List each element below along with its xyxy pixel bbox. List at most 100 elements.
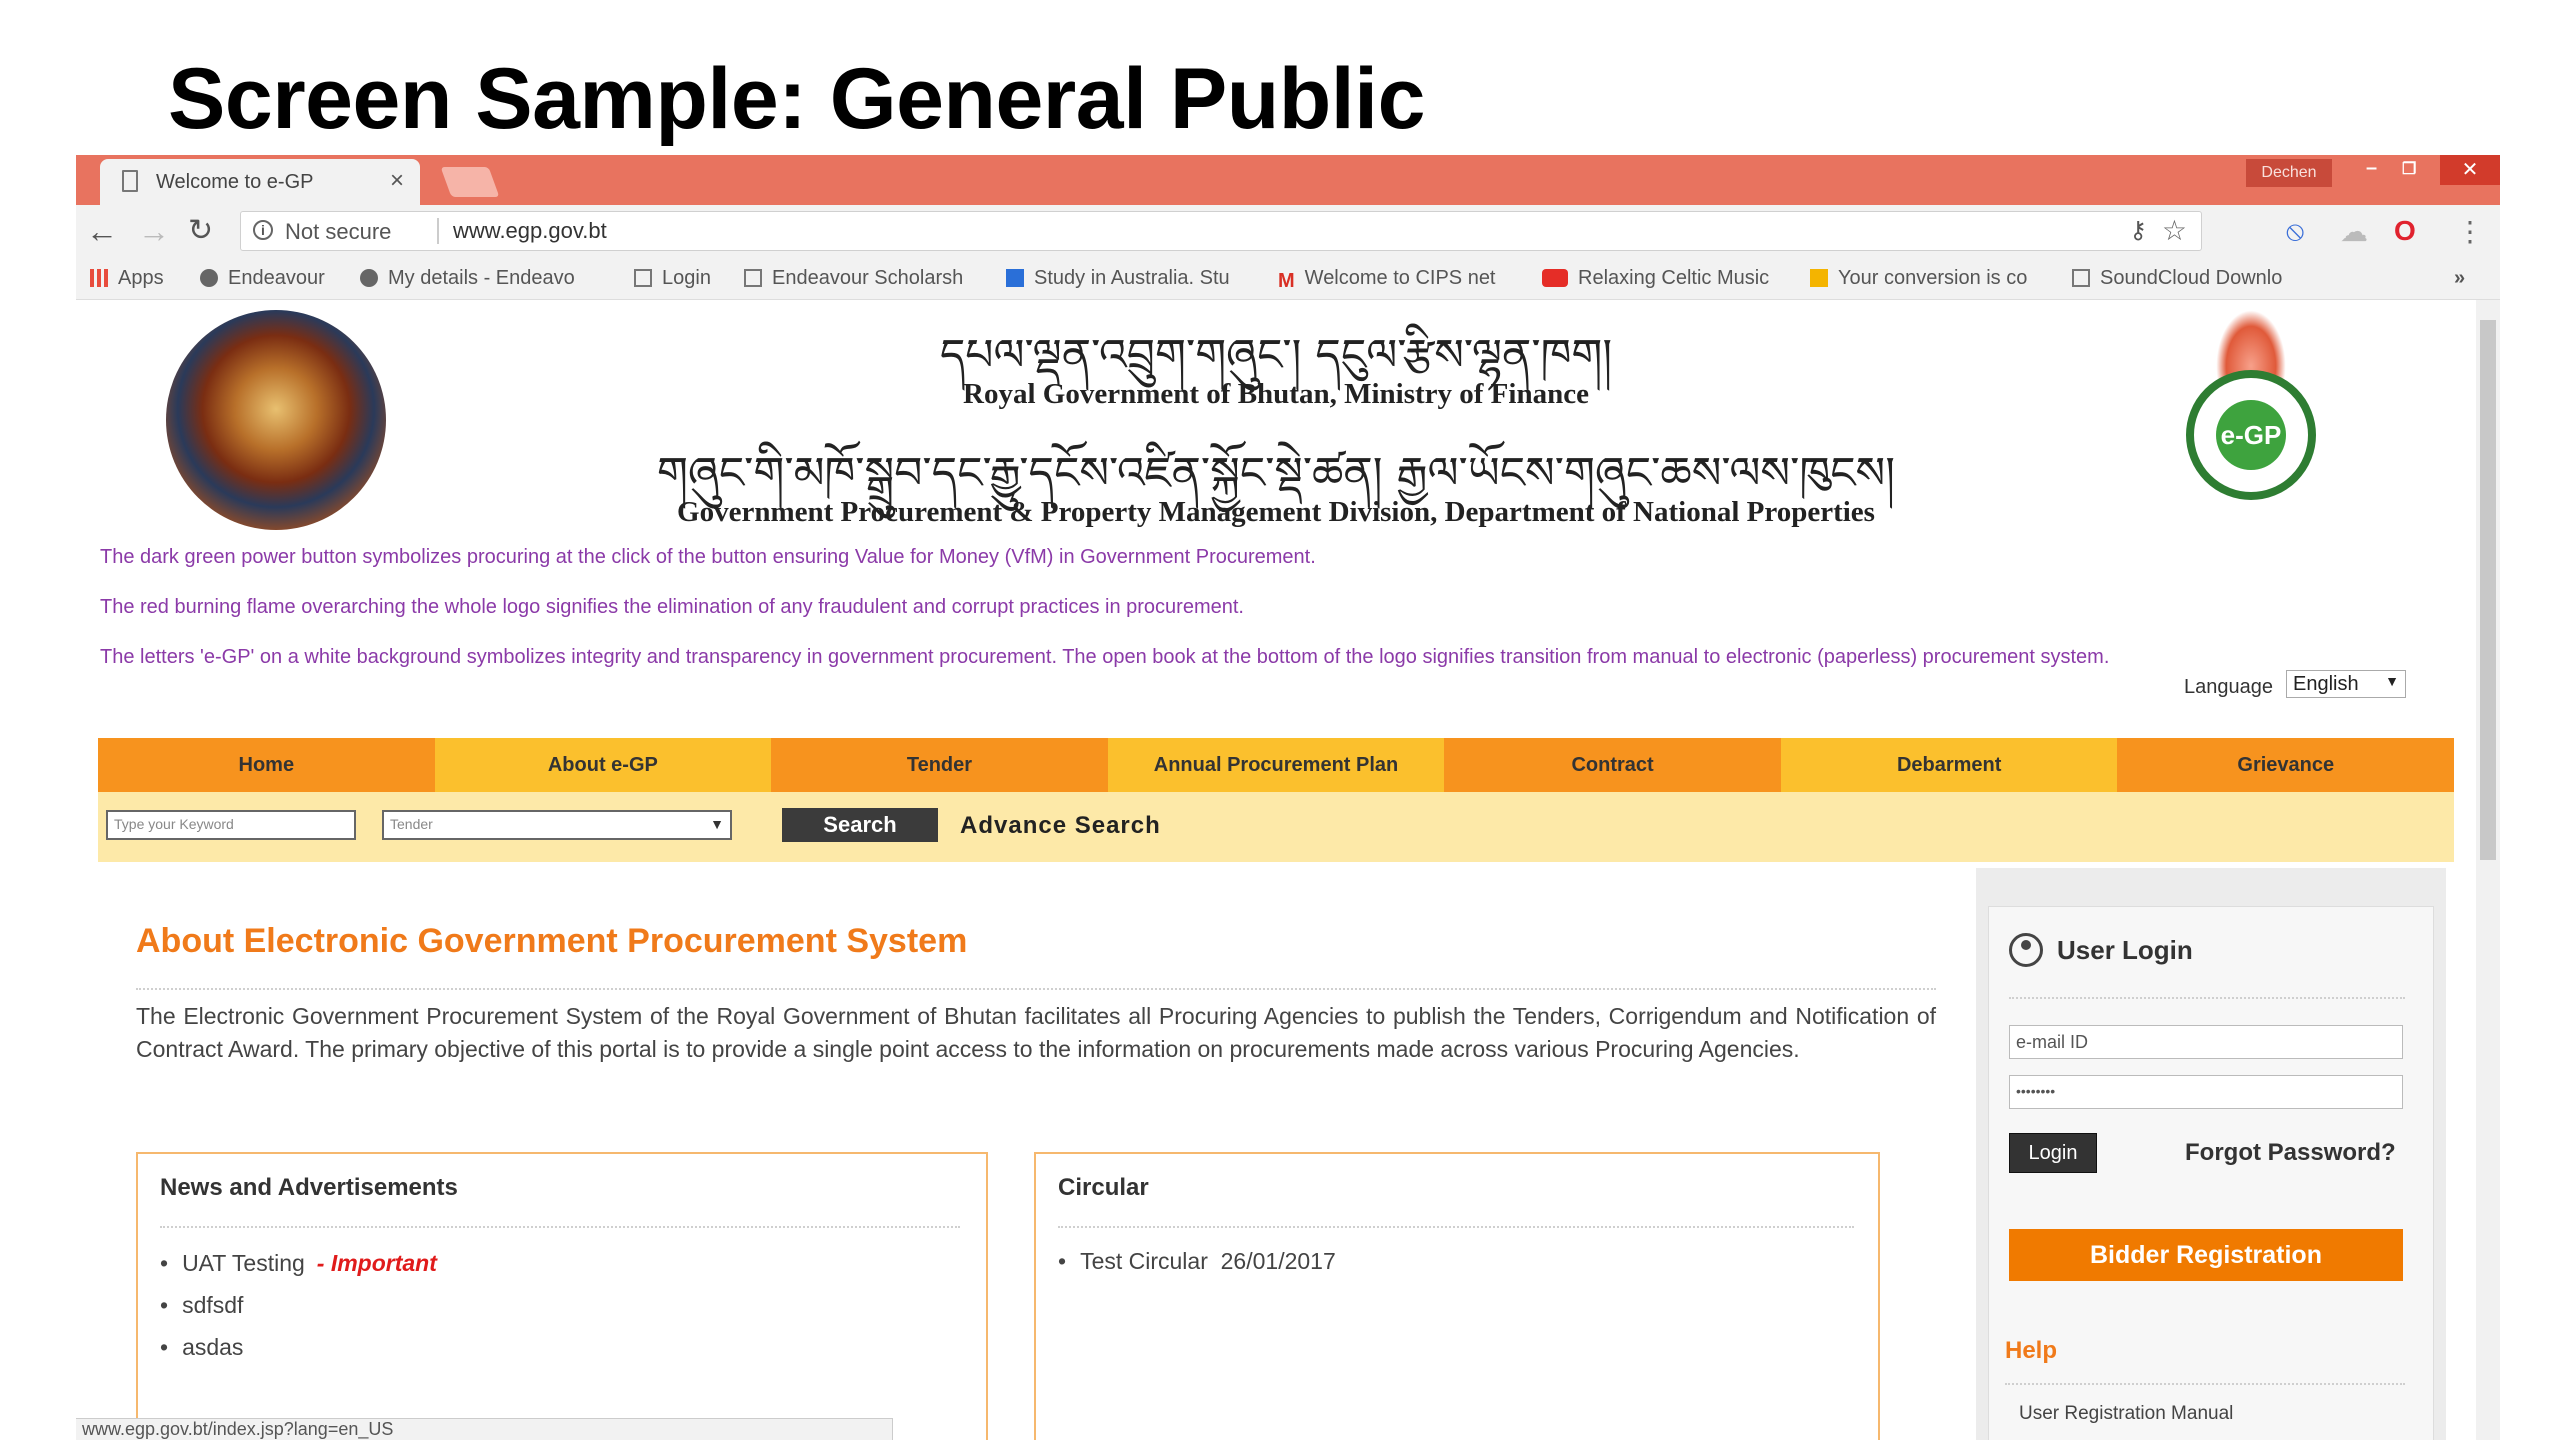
bookmark-login[interactable]: Login [634, 267, 711, 290]
site-icon [1006, 269, 1024, 287]
divider [1058, 1226, 1854, 1228]
document-icon [122, 170, 138, 192]
bookmark-study-australia[interactable]: Study in Australia. Stu [1006, 267, 1230, 290]
restore-icon[interactable]: ❐ [2402, 159, 2416, 179]
gmail-icon: M [1278, 270, 1295, 292]
logo-ring: e-GP [2186, 370, 2316, 500]
menu-debarment[interactable]: Debarment [1780, 738, 2118, 792]
tab-title: Welcome to e-GP [156, 171, 314, 193]
news-item[interactable]: • sdfsdf [160, 1292, 243, 1319]
logo-note-3: The letters 'e-GP' on a white background… [100, 646, 2110, 668]
bookmark-scholarship[interactable]: Endeavour Scholarsh [744, 267, 963, 290]
search-type-select[interactable]: Tender ▼ [382, 810, 732, 840]
menu-home[interactable]: Home [98, 738, 435, 792]
bookmarks-bar: Apps Endeavour My details - Endeavo Logi… [76, 257, 2500, 300]
menu-about-egp[interactable]: About e-GP [434, 738, 772, 792]
browser-tab[interactable]: Welcome to e-GP × [100, 159, 420, 205]
web-page: དཔལ་ལྡན་འབྲུག་གཞུང་། དངུལ་རྩིས་ལྷན་ཁག། R… [76, 300, 2476, 1440]
new-tab-button[interactable] [440, 167, 500, 197]
email-field[interactable]: e-mail ID [2009, 1025, 2403, 1059]
dropdown-caret-icon: ▼ [710, 816, 724, 832]
menu-annual-procurement-plan[interactable]: Annual Procurement Plan [1107, 738, 1445, 792]
forward-icon[interactable]: → [138, 213, 170, 250]
site-icon [200, 269, 218, 287]
search-bar: Type your Keyword Tender ▼ Search Advanc… [98, 792, 2454, 862]
language-value: English [2293, 673, 2359, 695]
url-text[interactable]: www.egp.gov.bt [453, 218, 607, 244]
key-icon[interactable]: ⚷ [2129, 216, 2147, 245]
dzongkha-title-1: དཔལ་ལྡན་འབྲུག་གཞུང་། དངུལ་རྩིས་ལྷན་ཁག། [939, 330, 1613, 381]
reload-icon[interactable]: ↻ [188, 213, 213, 248]
login-button[interactable]: Login [2009, 1133, 2097, 1173]
bookmark-star-icon[interactable]: ☆ [2162, 214, 2187, 247]
search-button[interactable]: Search [782, 808, 938, 842]
important-badge: - Important [316, 1250, 437, 1276]
menu-tender[interactable]: Tender [771, 738, 1108, 792]
page-icon [2072, 269, 2090, 287]
dropdown-caret-icon: ▼ [2385, 673, 2399, 689]
status-bar: www.egp.gov.bt/index.jsp?lang=en_US [76, 1418, 893, 1440]
bidder-registration-button[interactable]: Bidder Registration [2009, 1229, 2403, 1281]
keyword-input[interactable]: Type your Keyword [106, 810, 356, 840]
bookmark-endeavour[interactable]: Endeavour [200, 267, 325, 290]
circular-item[interactable]: • Test Circular 26/01/2017 [1058, 1248, 1336, 1275]
slide-title: Screen Sample: General Public [168, 51, 1425, 147]
egp-logo: e-GP [2166, 310, 2336, 520]
language-select[interactable]: English ▼ [2286, 670, 2406, 698]
bookmark-apps[interactable]: Apps [90, 267, 164, 290]
extension-cloud-icon[interactable]: ☁ [2340, 215, 2368, 248]
help-title: Help [2005, 1337, 2058, 1364]
opera-icon[interactable]: O [2394, 215, 2416, 247]
browser-window: Welcome to e-GP × Dechen – ❐ ✕ ← → ↻ i N… [76, 155, 2500, 1440]
menu-grievance[interactable]: Grievance [2117, 738, 2455, 792]
bookmark-celtic-music[interactable]: Relaxing Celtic Music [1542, 267, 1769, 290]
divider [136, 988, 1936, 990]
apps-grid-icon [90, 269, 108, 287]
menu-dots-icon[interactable]: ⋮ [2456, 215, 2484, 248]
bookmark-conversion[interactable]: Your conversion is co [1810, 267, 2027, 290]
bookmark-my-details[interactable]: My details - Endeavo [360, 267, 575, 290]
circular-title: Circular [1058, 1174, 1149, 1201]
news-item[interactable]: • UAT Testing - Important [160, 1250, 437, 1277]
login-panel: User Login e-mail ID •••••••• Login Forg… [1976, 868, 2446, 1440]
divider [2009, 997, 2405, 999]
more-bookmarks-icon[interactable]: » [2454, 267, 2465, 290]
main-menu: Home About e-GP Tender Annual Procuremen… [98, 738, 2455, 792]
minimize-icon[interactable]: – [2366, 157, 2377, 180]
bookmark-cips[interactable]: M Welcome to CIPS net [1278, 267, 1496, 293]
ministry-title: Royal Government of Bhutan, Ministry of … [963, 378, 1589, 410]
login-heading: User Login [2057, 935, 2193, 965]
news-box: News and Advertisements • UAT Testing - Im… [136, 1152, 988, 1440]
news-item[interactable]: • asdas [160, 1334, 243, 1361]
dzongkha-title-2: གཞུང་གི་མཁོ་སྒྲུབ་དང་རྒྱུ་དངོས་འཛིན་སྐྱོ… [656, 448, 1896, 499]
divider [160, 1226, 960, 1228]
search-type-value: Tender [390, 816, 433, 832]
close-tab-icon[interactable]: × [390, 167, 404, 195]
extension-block-icon[interactable]: ⦸ [2286, 215, 2304, 248]
password-field[interactable]: •••••••• [2009, 1075, 2403, 1109]
profile-chip[interactable]: Dechen [2246, 159, 2332, 187]
menu-contract[interactable]: Contract [1444, 738, 1781, 792]
back-icon[interactable]: ← [86, 213, 118, 250]
about-text: The Electronic Government Procurement Sy… [136, 1003, 1936, 1062]
info-icon[interactable]: i [253, 220, 273, 240]
circular-box: Circular • Test Circular 26/01/2017 [1034, 1152, 1880, 1440]
page-icon [744, 269, 762, 287]
logo-note-2: The red burning flame overarching the wh… [100, 596, 1244, 618]
window-close-icon[interactable]: ✕ [2440, 155, 2500, 185]
address-bar[interactable]: i Not secure www.egp.gov.bt ⚷ ☆ [240, 211, 2202, 251]
advance-search-link[interactable]: Advance Search [960, 812, 1161, 840]
about-title: About Electronic Government Procurement … [136, 922, 968, 960]
forgot-password-link[interactable]: Forgot Password? [2185, 1139, 2396, 1167]
divider [2005, 1383, 2405, 1385]
page-scrollbar[interactable] [2476, 300, 2500, 1440]
page-icon [634, 269, 652, 287]
scroll-thumb[interactable] [2480, 320, 2496, 860]
user-registration-manual-link[interactable]: User Registration Manual [2019, 1403, 2233, 1425]
site-icon [1810, 269, 1828, 287]
login-card: User Login e-mail ID •••••••• Login Forg… [1988, 906, 2434, 1440]
bookmark-soundcloud[interactable]: SoundCloud Downlo [2072, 267, 2282, 290]
logo-note-1: The dark green power button symbolizes p… [100, 546, 1316, 568]
site-icon [360, 269, 378, 287]
browser-toolbar: ← → ↻ i Not secure www.egp.gov.bt ⚷ ☆ ⦸ … [76, 205, 2500, 257]
